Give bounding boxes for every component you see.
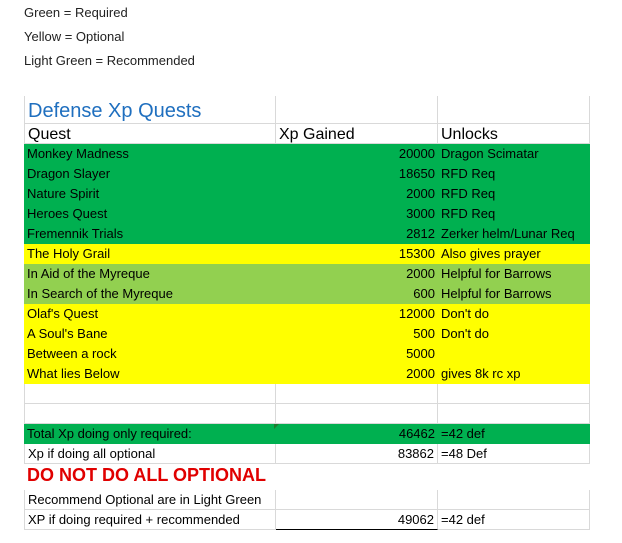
summary-required-note[interactable]: =42 def (438, 424, 590, 444)
formula-indicator (274, 424, 279, 429)
quest-row: Dragon Slayer 18650 RFD Req (24, 164, 590, 184)
quest-unlocks-cell[interactable]: Helpful for Barrows (438, 264, 590, 284)
quest-row: Nature Spirit 2000 RFD Req (24, 184, 590, 204)
header-xp[interactable]: Xp Gained (276, 124, 438, 144)
quest-name-cell[interactable]: The Holy Grail (24, 244, 276, 264)
quest-row: What lies Below 2000 gives 8k rc xp (24, 364, 590, 384)
warning-cell[interactable]: DO NOT DO ALL OPTIONAL (24, 464, 424, 490)
quest-name-cell[interactable]: Monkey Madness (24, 144, 276, 164)
quest-name-cell[interactable]: Nature Spirit (24, 184, 276, 204)
quest-unlocks-cell[interactable]: Don't do (438, 324, 590, 344)
quest-row: Between a rock 5000 (24, 344, 590, 364)
legend-optional: Yellow = Optional (24, 29, 125, 44)
quest-name-cell[interactable]: Heroes Quest (24, 204, 276, 224)
warning-row: DO NOT DO ALL OPTIONAL (24, 464, 590, 490)
quest-rows: Monkey Madness 20000 Dragon Scimatar Dragon… (24, 144, 590, 384)
quest-unlocks-cell[interactable]: RFD Req (438, 184, 590, 204)
summary-recommended-xp[interactable]: 49062 (276, 510, 438, 530)
empty-cell[interactable] (276, 404, 438, 424)
empty-cell[interactable] (438, 490, 590, 510)
summary-optional-label[interactable]: Xp if doing all optional (24, 444, 276, 464)
warning-text: DO NOT DO ALL OPTIONAL (27, 465, 266, 485)
legend-required: Green = Required (24, 5, 128, 20)
quest-name-cell[interactable]: Dragon Slayer (24, 164, 276, 184)
quest-xp-cell[interactable]: 3000 (276, 204, 438, 224)
quest-xp-cell[interactable]: 20000 (276, 144, 438, 164)
summary-optional-note[interactable]: =48 Def (438, 444, 590, 464)
quest-xp-cell[interactable]: 600 (276, 284, 438, 304)
empty-cell[interactable] (276, 96, 438, 124)
quest-xp-cell[interactable]: 2000 (276, 364, 438, 384)
spreadsheet: Defense Xp Quests Quest Xp Gained Unlock… (24, 96, 590, 530)
empty-cell[interactable] (24, 404, 276, 424)
quest-xp-cell[interactable]: 15300 (276, 244, 438, 264)
quest-unlocks-cell[interactable]: gives 8k rc xp (438, 364, 590, 384)
quest-xp-cell[interactable]: 5000 (276, 344, 438, 364)
title-row: Defense Xp Quests (24, 96, 590, 124)
summary-required-row: Total Xp doing only required: 46462 =42 … (24, 424, 590, 444)
summary-recommended-note[interactable]: =42 def (438, 510, 590, 530)
header-row: Quest Xp Gained Unlocks (24, 124, 590, 144)
quest-row: Olaf's Quest 12000 Don't do (24, 304, 590, 324)
quest-row: In Aid of the Myreque 2000 Helpful for Bar… (24, 264, 590, 284)
quest-unlocks-cell[interactable]: Dragon Scimatar (438, 144, 590, 164)
summary-recommended-label[interactable]: XP if doing required + recommended (24, 510, 276, 530)
legend-recommended: Light Green = Recommended (24, 53, 195, 68)
quest-name-cell[interactable]: What lies Below (24, 364, 276, 384)
quest-unlocks-cell[interactable]: Helpful for Barrows (438, 284, 590, 304)
quest-xp-cell[interactable]: 2000 (276, 264, 438, 284)
header-unlocks[interactable]: Unlocks (438, 124, 590, 144)
empty-cell[interactable] (438, 384, 590, 404)
quest-name-cell[interactable]: Between a rock (24, 344, 276, 364)
header-quest[interactable]: Quest (24, 124, 276, 144)
sheet-title: Defense Xp Quests (28, 100, 202, 122)
quest-xp-cell[interactable]: 500 (276, 324, 438, 344)
quest-unlocks-cell[interactable]: Zerker helm/Lunar Req (438, 224, 590, 244)
quest-row: In Search of the Myreque 600 Helpful for B… (24, 284, 590, 304)
recommend-note-row: Recommend Optional are in Light Green (24, 490, 590, 510)
quest-name-cell[interactable]: In Search of the Myreque (24, 284, 276, 304)
quest-xp-cell[interactable]: 2000 (276, 184, 438, 204)
quest-xp-cell[interactable]: 12000 (276, 304, 438, 324)
quest-name-cell[interactable]: A Soul's Bane (24, 324, 276, 344)
empty-cell[interactable] (276, 490, 438, 510)
quest-row: Fremennik Trials 2812 Zerker helm/Lunar Re… (24, 224, 590, 244)
empty-cell[interactable] (438, 404, 590, 424)
empty-cell[interactable] (438, 96, 590, 124)
quest-name-cell[interactable]: Fremennik Trials (24, 224, 276, 244)
quest-unlocks-cell[interactable]: Don't do (438, 304, 590, 324)
summary-required-label[interactable]: Total Xp doing only required: (24, 424, 276, 444)
quest-unlocks-cell[interactable]: RFD Req (438, 204, 590, 224)
summary-optional-xp[interactable]: 83862 (276, 444, 438, 464)
summary-recommended-row: XP if doing required + recommended 49062… (24, 510, 590, 530)
quest-unlocks-cell[interactable]: RFD Req (438, 164, 590, 184)
quest-row: Heroes Quest 3000 RFD Req (24, 204, 590, 224)
quest-unlocks-cell[interactable]: Also gives prayer (438, 244, 590, 264)
empty-cell[interactable] (24, 384, 276, 404)
quest-row: The Holy Grail 15300 Also gives prayer (24, 244, 590, 264)
quest-name-cell[interactable]: Olaf's Quest (24, 304, 276, 324)
recommend-note[interactable]: Recommend Optional are in Light Green (24, 490, 276, 510)
quest-row: Monkey Madness 20000 Dragon Scimatar (24, 144, 590, 164)
summary-required-xp[interactable]: 46462 (276, 424, 438, 444)
summary-optional-row: Xp if doing all optional 83862 =48 Def (24, 444, 590, 464)
blank-row (24, 404, 590, 424)
quest-unlocks-cell[interactable] (438, 344, 590, 364)
blank-row (24, 384, 590, 404)
quest-xp-cell[interactable]: 18650 (276, 164, 438, 184)
sheet-title-cell[interactable]: Defense Xp Quests (24, 96, 276, 124)
quest-name-cell[interactable]: In Aid of the Myreque (24, 264, 276, 284)
quest-row: A Soul's Bane 500 Don't do (24, 324, 590, 344)
empty-cell[interactable] (276, 384, 438, 404)
quest-xp-cell[interactable]: 2812 (276, 224, 438, 244)
